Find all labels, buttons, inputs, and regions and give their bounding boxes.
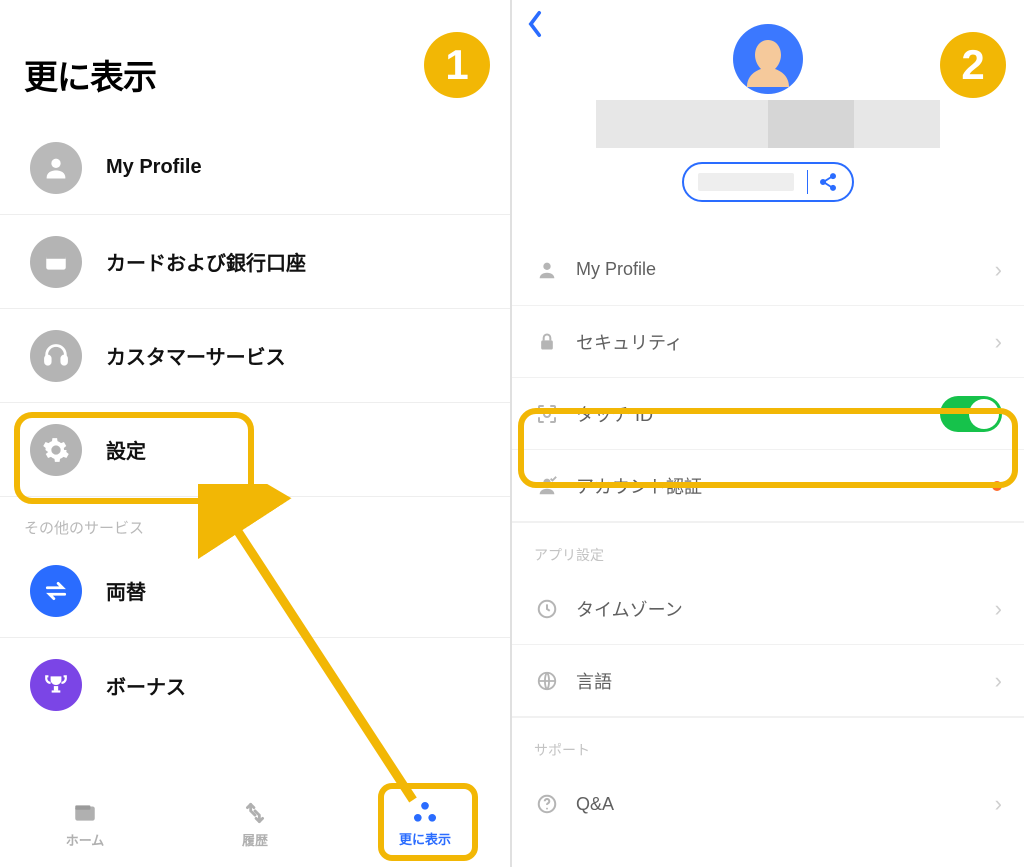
menu-item-card-bank[interactable]: カードおよび銀行口座 <box>0 215 510 309</box>
verify-icon <box>534 473 560 499</box>
settings-screen: My Profile › セキュリティ › タッチ ID アカウント認証 アプリ… <box>512 0 1024 867</box>
back-button[interactable] <box>526 10 544 46</box>
menu-item-label: 両替 <box>106 576 146 605</box>
person-icon <box>30 142 82 194</box>
settings-item-label: Q&A <box>576 794 614 815</box>
clock-icon <box>534 596 560 622</box>
settings-item-my-profile[interactable]: My Profile › <box>512 234 1024 306</box>
step-badge-1: 1 <box>424 32 490 98</box>
lock-icon <box>534 329 560 355</box>
menu-item-my-profile[interactable]: My Profile <box>0 121 510 215</box>
tab-bar: ホーム 履歴 更に表示 <box>0 781 510 867</box>
wallet-tab-icon <box>70 800 100 826</box>
alert-dot-icon <box>992 481 1002 491</box>
more-screen: 更に表示 My Profile カードおよび銀行口座 カスタマーサービス 設定 <box>0 0 512 867</box>
chevron-right-icon: › <box>995 668 1002 694</box>
trophy-icon <box>30 659 82 711</box>
menu-item-customer-service[interactable]: カスタマーサービス <box>0 309 510 403</box>
touch-id-icon <box>534 401 560 427</box>
settings-item-language[interactable]: 言語 › <box>512 645 1024 717</box>
menu-item-label: My Profile <box>106 156 202 179</box>
settings-item-account-verification[interactable]: アカウント認証 <box>512 450 1024 522</box>
menu-item-label: ボーナス <box>106 671 186 700</box>
settings-item-label: 言語 <box>576 668 612 694</box>
settings-item-label: My Profile <box>576 259 656 280</box>
tab-history[interactable]: 履歴 <box>205 800 305 849</box>
chevron-left-icon <box>526 10 544 38</box>
chevron-right-icon: › <box>995 257 1002 283</box>
settings-item-qa[interactable]: Q&A › <box>512 768 1024 840</box>
settings-item-label: セキュリティ <box>576 329 683 355</box>
settings-item-touch-id[interactable]: タッチ ID <box>512 378 1024 450</box>
section-head-support: サポート <box>512 717 1024 768</box>
tab-home[interactable]: ホーム <box>35 800 135 849</box>
exchange-icon <box>30 565 82 617</box>
person-icon <box>534 257 560 283</box>
menu-item-label: カードおよび銀行口座 <box>106 247 306 276</box>
share-icon <box>818 172 838 192</box>
chevron-right-icon: › <box>995 329 1002 355</box>
menu-item-label: カスタマーサービス <box>106 341 286 370</box>
settings-list: My Profile › セキュリティ › タッチ ID アカウント認証 アプリ… <box>512 234 1024 840</box>
settings-item-timezone[interactable]: タイムゾーン › <box>512 573 1024 645</box>
settings-item-label: アカウント認証 <box>576 473 702 499</box>
globe-icon <box>534 668 560 694</box>
share-pill[interactable] <box>682 162 854 202</box>
more-tab-icon <box>410 801 440 825</box>
tab-label: 履歴 <box>242 830 268 849</box>
redacted-code <box>698 173 794 191</box>
menu-item-settings[interactable]: 設定 <box>0 403 510 497</box>
menu-item-exchange[interactable]: 両替 <box>0 544 510 638</box>
tab-label: ホーム <box>66 830 105 849</box>
menu-item-bonus[interactable]: ボーナス <box>0 638 510 732</box>
tab-more[interactable]: 更に表示 <box>375 801 475 848</box>
gear-icon <box>30 424 82 476</box>
settings-item-security[interactable]: セキュリティ › <box>512 306 1024 378</box>
tab-label: 更に表示 <box>399 829 451 848</box>
settings-item-label: タイムゾーン <box>576 596 683 622</box>
more-menu-list: My Profile カードおよび銀行口座 カスタマーサービス 設定 その他のサ… <box>0 121 510 732</box>
help-icon <box>534 791 560 817</box>
history-tab-icon <box>241 800 269 826</box>
avatar-silhouette-icon <box>741 34 795 94</box>
chevron-right-icon: › <box>995 791 1002 817</box>
step-badge-2: 2 <box>940 32 1006 98</box>
touch-id-toggle[interactable] <box>940 396 1002 432</box>
avatar <box>733 24 803 94</box>
menu-item-label: 設定 <box>106 435 146 464</box>
section-head-app-settings: アプリ設定 <box>512 522 1024 573</box>
wallet-icon <box>30 236 82 288</box>
chevron-right-icon: › <box>995 596 1002 622</box>
redacted-name <box>512 100 1024 148</box>
settings-item-label: タッチ ID <box>576 401 653 427</box>
section-caption-other: その他のサービス <box>0 497 510 544</box>
headset-icon <box>30 330 82 382</box>
